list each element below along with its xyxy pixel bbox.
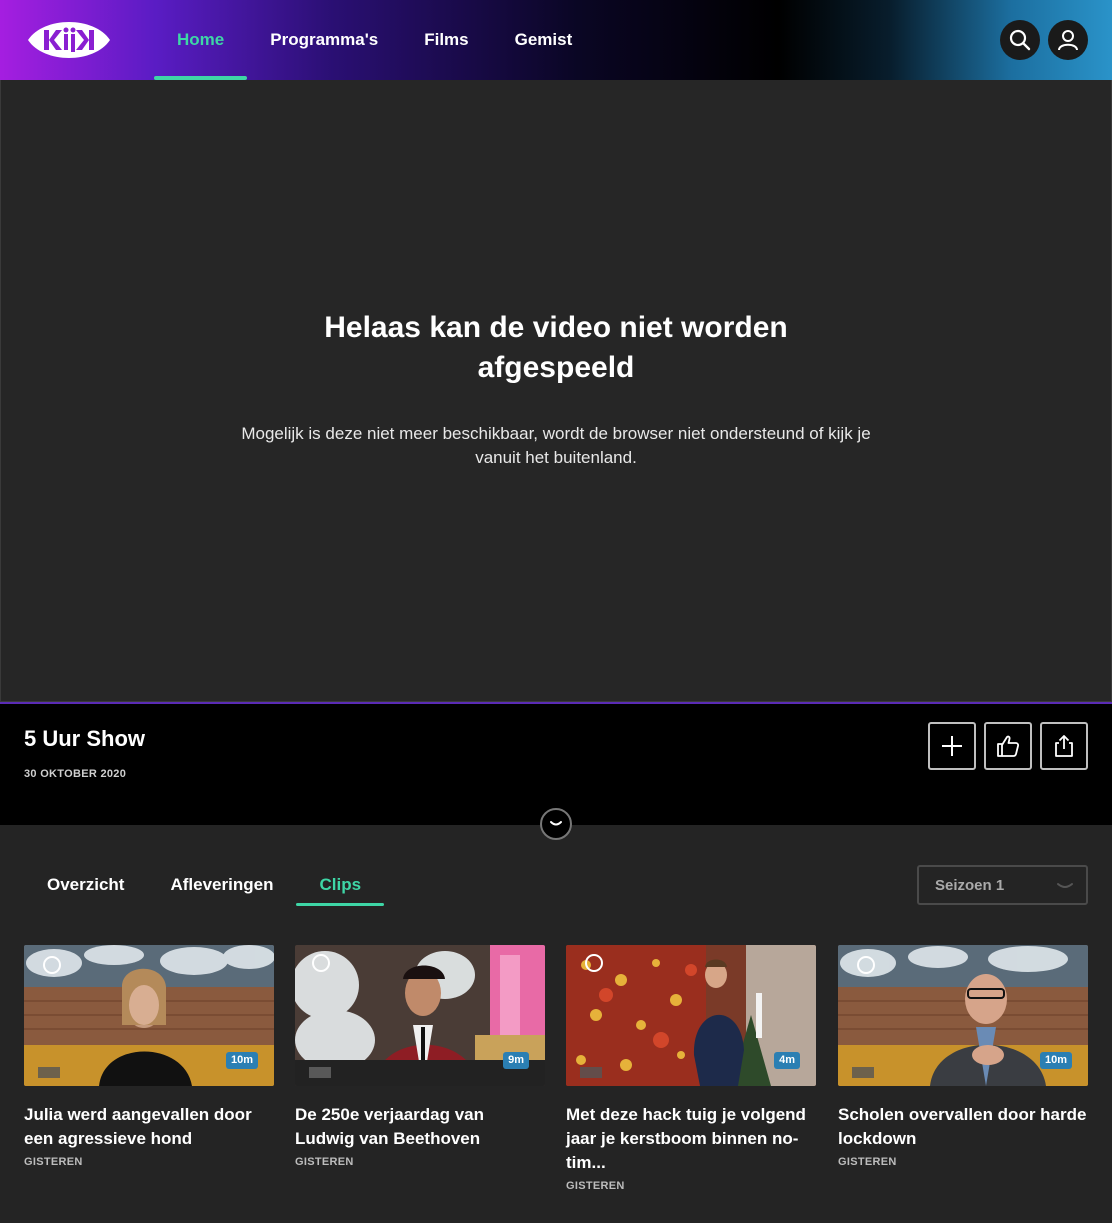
chevron-down-icon [550, 821, 562, 826]
share-icon [1055, 735, 1073, 757]
search-icon [1009, 29, 1031, 51]
account-button[interactable] [1048, 20, 1088, 60]
player-error-title: Helaas kan de video niet worden afgespee… [324, 311, 788, 384]
tab-afleveringen[interactable]: Afleveringen [147, 864, 296, 906]
clip-card[interactable]: 10m Scholen overvallen door harde lockdo… [838, 945, 1088, 1168]
add-to-list-button[interactable] [928, 722, 976, 770]
clip-duration: 9m [503, 1052, 529, 1069]
clip-duration: 10m [1039, 1052, 1072, 1069]
clip-title[interactable]: Scholen overvallen door harde lockdown [838, 1103, 1088, 1151]
tab-clips[interactable]: Clips [296, 864, 384, 906]
share-button[interactable] [1040, 722, 1088, 770]
search-button[interactable] [1000, 20, 1040, 60]
kijk-logo[interactable] [24, 12, 114, 68]
player-error-message: Mogelijk is deze niet meer beschikbaar, … [241, 424, 871, 467]
plus-icon [942, 736, 962, 756]
nav-programmas[interactable]: Programma's [247, 0, 401, 80]
thumbs-up-icon [997, 735, 1020, 757]
player-error: Helaas kan de video niet worden afgespee… [1, 308, 1111, 470]
season-select[interactable]: Seizoen 1 [917, 865, 1088, 905]
top-navigation-bar: Home Programma's Films Gemist [0, 0, 1112, 80]
clip-thumbnail[interactable]: 9m [295, 945, 545, 1086]
clip-duration: 4m [774, 1052, 800, 1069]
clip-date: GISTEREN [24, 1156, 83, 1168]
clip-thumbnail[interactable]: 10m [838, 945, 1088, 1086]
tab-overzicht[interactable]: Overzicht [24, 864, 147, 906]
show-date: 30 OKTOBER 2020 [24, 768, 127, 780]
nav-home[interactable]: Home [154, 0, 248, 80]
clip-date: GISTEREN [566, 1180, 625, 1192]
season-select-value: Seizoen 1 [935, 876, 1005, 894]
show-info-bar: 5 Uur Show 30 OKTOBER 2020 [0, 702, 1112, 825]
main-nav: Home Programma's Films Gemist [154, 0, 595, 80]
nav-gemist[interactable]: Gemist [492, 0, 596, 80]
show-title: 5 Uur Show [24, 726, 146, 751]
clip-title[interactable]: De 250e verjaardag van Ludwig van Beetho… [295, 1103, 545, 1151]
content-tabs: Overzicht Afleveringen Clips [24, 864, 384, 906]
like-button[interactable] [984, 722, 1032, 770]
clip-duration: 10m [225, 1052, 258, 1069]
chevron-down-icon [1057, 883, 1073, 888]
video-player[interactable]: Helaas kan de video niet worden afgespee… [0, 80, 1112, 702]
expand-details-button[interactable] [540, 808, 572, 840]
clip-thumbnail[interactable]: 4m [566, 945, 816, 1086]
clip-thumbnail[interactable]: 10m [24, 945, 274, 1086]
clip-title[interactable]: Met deze hack tuig je volgend jaar je ke… [566, 1103, 816, 1175]
user-icon [1058, 30, 1078, 51]
clip-title[interactable]: Julia werd aangevallen door een agressie… [24, 1103, 274, 1151]
clip-card[interactable]: 10m Julia werd aangevallen door een agre… [24, 945, 274, 1168]
clip-date: GISTEREN [838, 1156, 897, 1168]
clip-card[interactable]: 4m Met deze hack tuig je volgend jaar je… [566, 945, 816, 1192]
clip-card[interactable]: 9m De 250e verjaardag van Ludwig van Bee… [295, 945, 545, 1168]
nav-films[interactable]: Films [401, 0, 491, 80]
clip-date: GISTEREN [295, 1156, 354, 1168]
